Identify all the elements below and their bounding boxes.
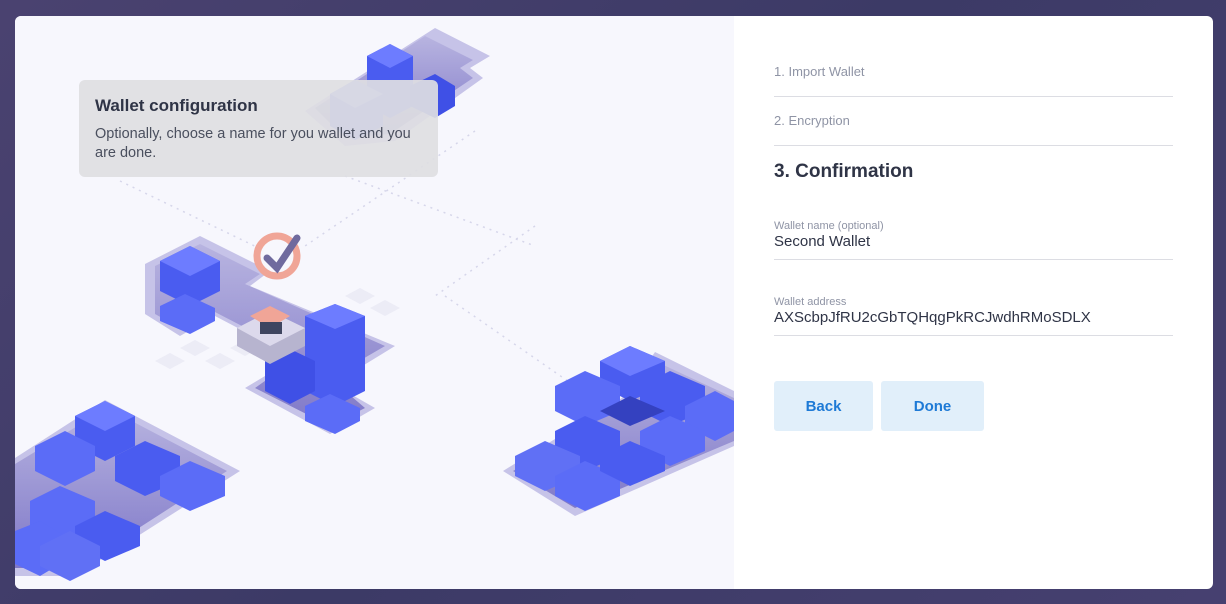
wizard-panel: 1. Import Wallet 2. Encryption 3. Confir… [774, 16, 1173, 589]
isometric-illustration: Wallet configuration Optionally, choose … [15, 16, 734, 589]
tooltip-title: Wallet configuration [95, 96, 258, 115]
right-block-platform [503, 346, 734, 516]
wallet-address-value: AXScbpJfRU2cGbTQHqgPkRCJwdhRMoSDLX [774, 309, 1091, 326]
tooltip-body: Optionally, choose a name for you wallet… [95, 126, 411, 161]
step-import-wallet[interactable]: 1. Import Wallet [774, 64, 1173, 97]
wallet-name-label: Wallet name (optional) [774, 220, 884, 232]
done-button[interactable]: Done [881, 381, 984, 431]
wallet-name-field[interactable]: Wallet name (optional) Second Wallet [774, 205, 1173, 260]
back-button[interactable]: Back [774, 381, 873, 431]
bottom-left-block-platform [15, 400, 240, 581]
wallet-window: Wallet configuration Optionally, choose … [15, 16, 1213, 589]
wallet-address-label: Wallet address [774, 296, 847, 308]
wallet-address-field: Wallet address AXScbpJfRU2cGbTQHqgPkRCJw… [774, 281, 1173, 336]
step-encryption[interactable]: 2. Encryption [774, 113, 1173, 146]
step-confirmation-heading: 3. Confirmation [774, 161, 914, 182]
wallet-name-input[interactable]: Second Wallet [774, 233, 1173, 250]
wallet-configuration-tooltip: Wallet configuration Optionally, choose … [79, 80, 438, 177]
